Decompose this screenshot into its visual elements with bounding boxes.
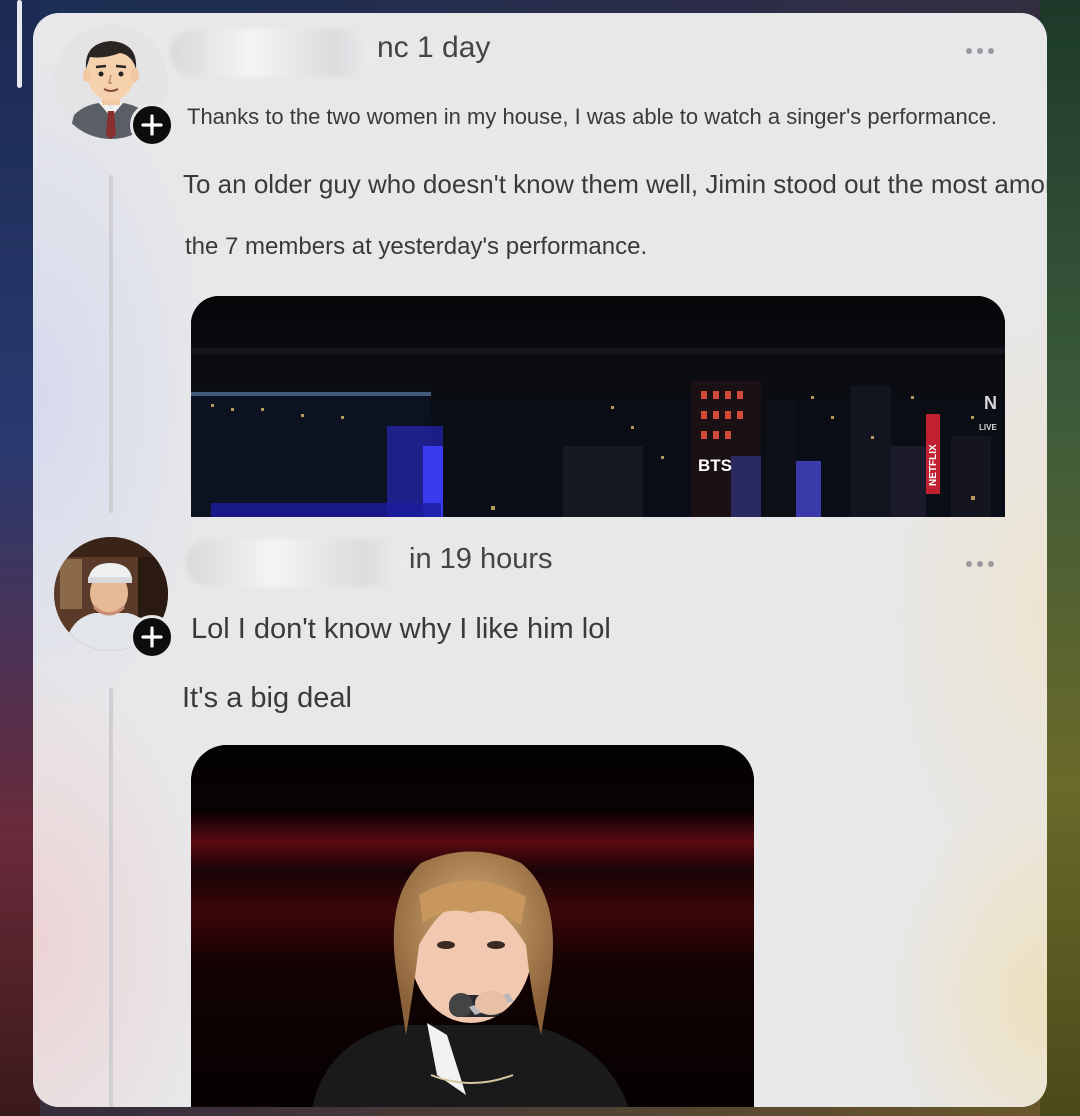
more-options-button[interactable] xyxy=(966,561,994,567)
follow-button[interactable] xyxy=(130,103,174,147)
more-options-button[interactable] xyxy=(966,48,994,54)
more-dot-icon xyxy=(977,561,983,567)
more-dot-icon xyxy=(966,561,972,567)
more-dot-icon xyxy=(988,48,994,54)
post-image-performer[interactable] xyxy=(191,745,754,1107)
post-text-line-1: Lol I don't know why I like him lol xyxy=(191,613,611,645)
watermark-live-text: LIVE xyxy=(979,423,997,432)
scrollbar-thumb[interactable] xyxy=(17,0,22,88)
username-blurred[interactable] xyxy=(170,29,375,77)
post-timestamp: in 19 hours xyxy=(409,543,553,575)
city-skyline-image: BTS NETFLIX N LIVE xyxy=(191,296,1005,517)
more-dot-icon xyxy=(966,48,972,54)
more-dot-icon xyxy=(977,48,983,54)
post-text-line-3: the 7 members at yesterday's performance… xyxy=(185,233,648,260)
post-text-line-1: Thanks to the two women in my house, I w… xyxy=(187,104,998,129)
follow-button[interactable] xyxy=(130,615,174,659)
post-timestamp: nc 1 day xyxy=(377,31,491,64)
more-dot-icon xyxy=(988,561,994,567)
post-image-city-night[interactable]: BTS NETFLIX N LIVE xyxy=(191,296,1005,517)
watermark-logo-text: N xyxy=(984,393,997,413)
billboard-bts-text: BTS xyxy=(698,456,732,475)
thread-line xyxy=(109,688,113,1107)
post-text-line-2: It's a big deal xyxy=(182,682,352,714)
username-blurred[interactable] xyxy=(186,539,406,587)
billboard-netflix-text: NETFLIX xyxy=(928,444,939,486)
post-text-line-2: To an older guy who doesn't know them we… xyxy=(183,169,1047,199)
feed-card: nc 1 day Thanks to the two women in my h… xyxy=(33,13,1047,1107)
plus-icon xyxy=(141,626,163,648)
plus-icon xyxy=(141,114,163,136)
thread-line xyxy=(109,175,113,513)
singer-performance-image xyxy=(191,745,754,1107)
